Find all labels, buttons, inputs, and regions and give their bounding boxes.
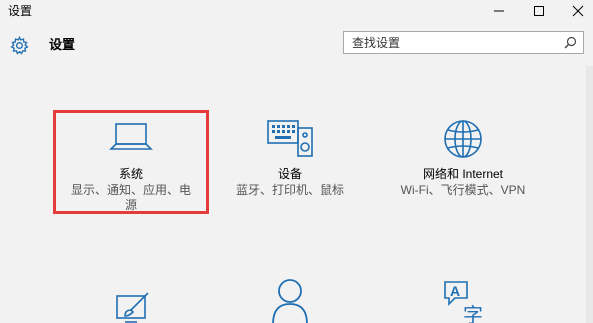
- language-icon-letter: A: [450, 283, 460, 299]
- maximize-icon: [534, 6, 544, 16]
- search-icon[interactable]: [564, 36, 577, 49]
- settings-window: 设置 设置 查找设置 系统 显示、通知、应用、电源 设备 蓝牙、打印机、鼠标 网…: [0, 0, 593, 323]
- tile-devices-desc: 蓝牙、打印机、鼠标: [235, 183, 344, 197]
- gear-icon: [10, 36, 29, 55]
- minimize-button[interactable]: [484, 0, 514, 22]
- title-bar: 设置: [0, 0, 593, 24]
- person-icon: [272, 279, 308, 323]
- maximize-button[interactable]: [524, 0, 554, 22]
- scrollbar[interactable]: [586, 66, 593, 323]
- tile-accounts[interactable]: [220, 276, 360, 323]
- language-icon-char: 字: [463, 303, 483, 323]
- tile-network-desc: Wi-Fi、飞行模式、VPN: [400, 183, 526, 197]
- keyboard-speaker-icon: [267, 120, 313, 157]
- minimize-icon: [494, 10, 504, 12]
- window-title: 设置: [8, 4, 33, 18]
- tile-network[interactable]: 网络和 Internet Wi-Fi、飞行模式、VPN: [383, 110, 543, 214]
- tile-devices-title: 设备: [277, 167, 302, 181]
- paintbrush-monitor-icon: [116, 292, 149, 323]
- globe-icon: [444, 120, 482, 158]
- highlight-box: [53, 110, 209, 214]
- search-placeholder: 查找设置: [352, 36, 401, 50]
- tile-devices[interactable]: 设备 蓝牙、打印机、鼠标: [220, 110, 360, 214]
- close-icon: [572, 5, 584, 17]
- tile-network-title: 网络和 Internet: [422, 167, 504, 181]
- close-button[interactable]: [563, 0, 593, 22]
- search-input[interactable]: 查找设置: [343, 31, 584, 54]
- language-icon: A 字: [444, 281, 483, 323]
- page-title: 设置: [49, 37, 76, 52]
- tile-time-language[interactable]: A 字: [383, 276, 543, 323]
- tile-personalization[interactable]: [53, 276, 213, 323]
